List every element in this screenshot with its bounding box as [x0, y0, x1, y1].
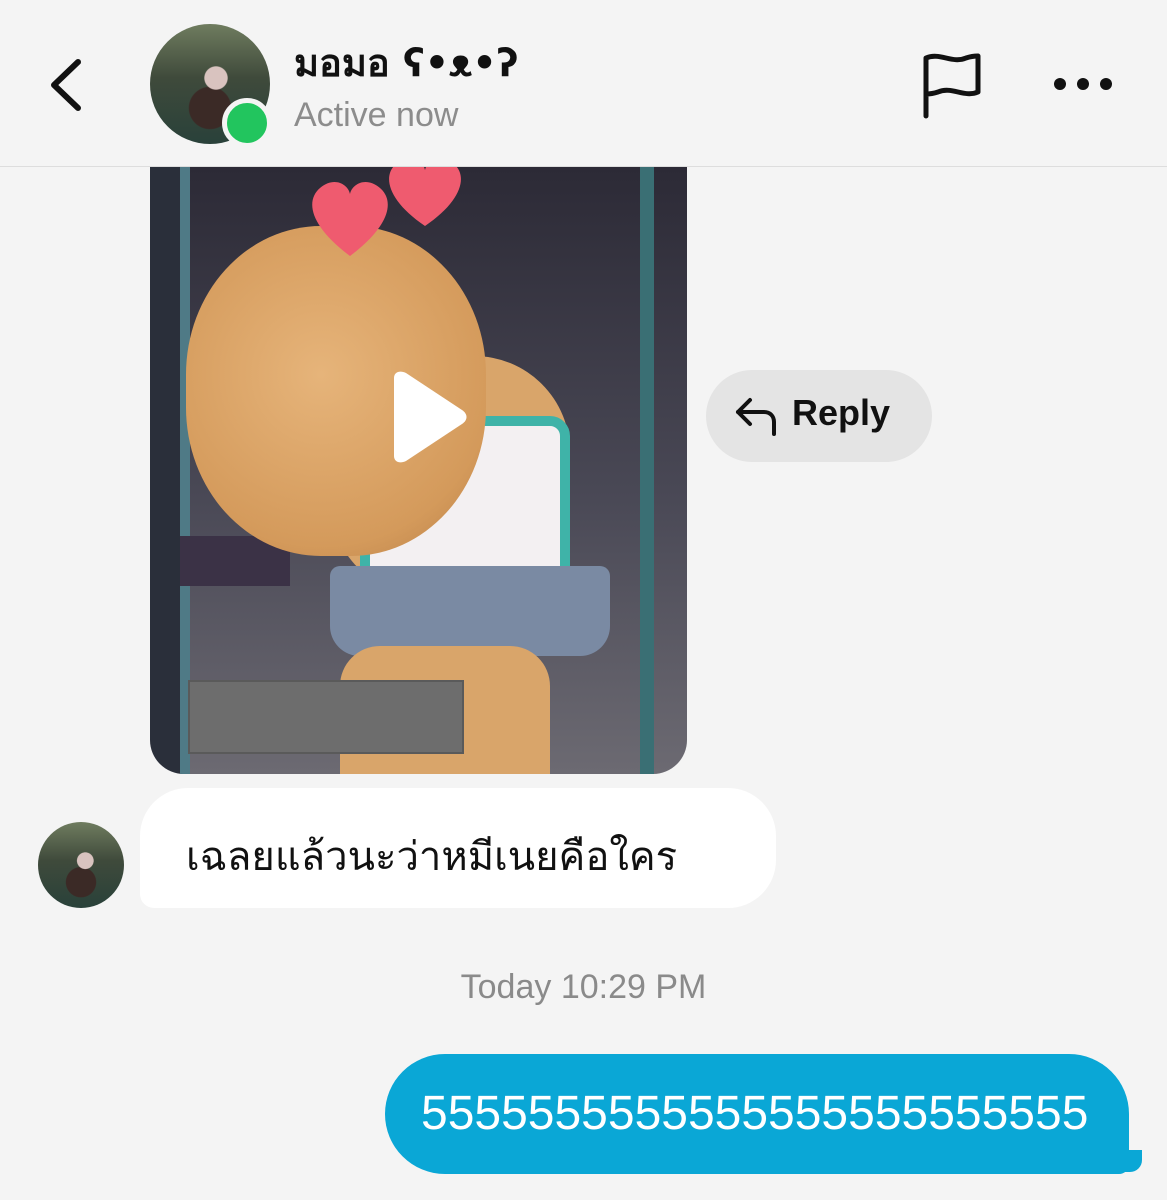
play-icon	[394, 371, 467, 463]
flag-icon	[923, 53, 981, 119]
redacted-caption	[188, 680, 464, 754]
reply-button[interactable]: Reply	[706, 370, 932, 462]
active-status-text: Active now	[294, 96, 459, 134]
chevron-left-icon	[51, 59, 81, 111]
online-status-indicator	[222, 98, 272, 148]
incoming-message-text: เฉลยแล้วนะว่าหมีเนยคือใคร	[186, 834, 678, 880]
reply-label: Reply	[792, 392, 891, 433]
sender-avatar[interactable]	[38, 822, 124, 908]
media-background-detail	[640, 166, 654, 774]
outgoing-message-text: 5555555555555555555555555	[421, 1087, 1089, 1140]
incoming-message-bubble[interactable]: เฉลยแล้วนะว่าหมีเนยคือใคร	[140, 788, 776, 908]
back-button[interactable]	[40, 50, 100, 120]
skirt	[330, 566, 610, 656]
more-options-button[interactable]	[1048, 66, 1118, 102]
chat-header: มอมอ ʕ•ᴥ•ʔ Active now	[0, 0, 1167, 167]
video-message[interactable]	[150, 166, 687, 774]
outgoing-message-bubble[interactable]: 5555555555555555555555555	[385, 1054, 1129, 1174]
report-button[interactable]	[918, 50, 984, 120]
message-timestamp: Today 10:29 PM	[460, 968, 707, 1006]
contact-name[interactable]: มอมอ ʕ•ᴥ•ʔ	[294, 32, 518, 93]
outgoing-bubble-tail	[1120, 1150, 1142, 1172]
more-horizontal-icon	[1054, 78, 1112, 90]
reply-arrow-icon	[736, 398, 776, 436]
play-button[interactable]	[382, 370, 468, 464]
heart-stickers	[312, 166, 461, 256]
